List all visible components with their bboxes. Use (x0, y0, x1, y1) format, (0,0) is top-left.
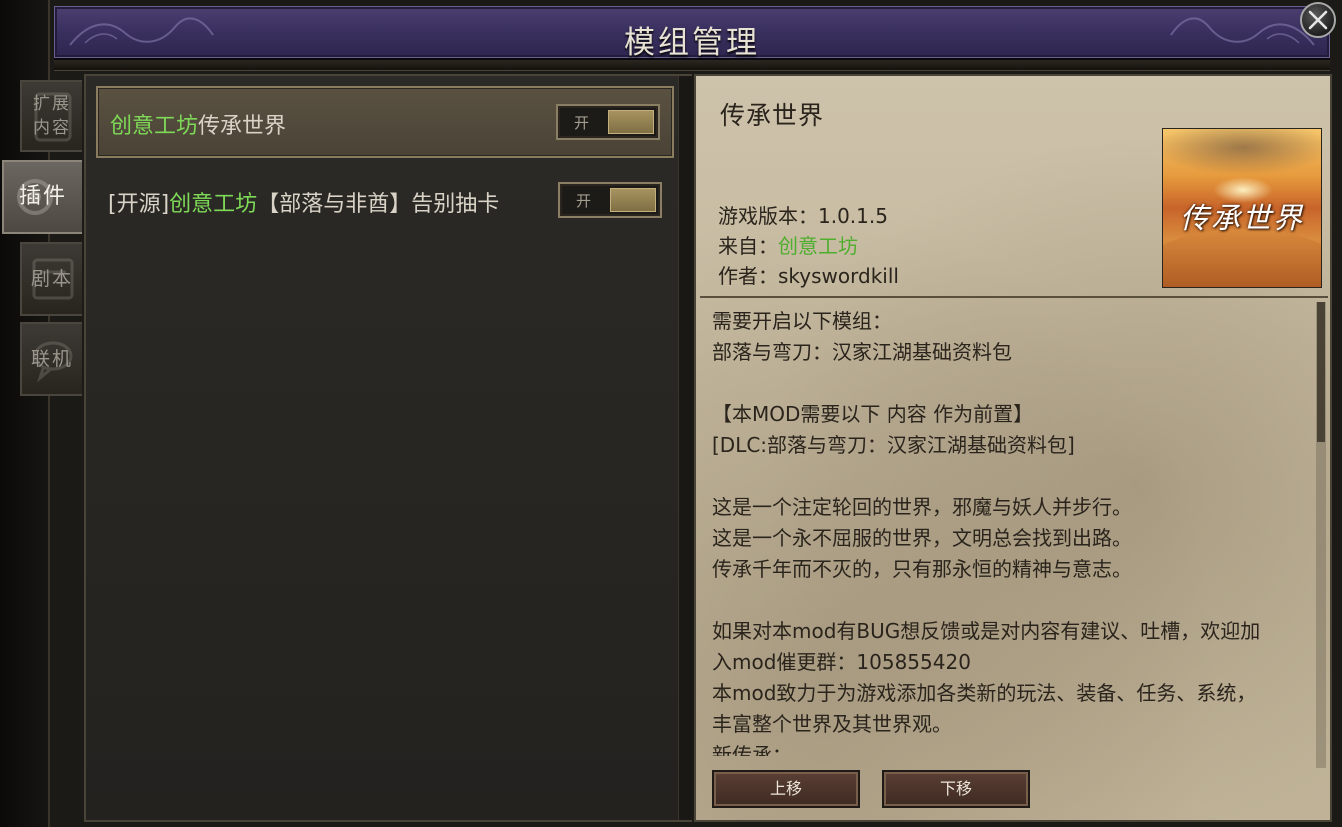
desc-line: 这是一个注定轮回的世界，邪魔与妖人并步行。 (712, 495, 1132, 519)
desc-line: 新传承： (712, 743, 792, 756)
author-line: 作者：skyswordkill (718, 260, 899, 289)
game-version-value: 1.0.1.5 (818, 204, 888, 228)
tab-scripts-label: 剧本 (30, 268, 73, 290)
toggle-label: 开 (574, 114, 590, 132)
desc-line: 这是一个永不屈服的世界，文明总会找到出路。 (712, 526, 1132, 550)
description-scrollbar[interactable] (1316, 302, 1326, 768)
tab-extensions[interactable]: 扩展 内容 (20, 80, 82, 152)
game-version: 游戏版本：1.0.1.5 (718, 200, 888, 229)
desc-line: 需要开启以下模组： (712, 309, 892, 333)
mod-title: 传承世界 (198, 114, 287, 139)
tab-plugins[interactable]: 插件 (2, 160, 82, 234)
mod-thumbnail: 传承世界 (1162, 128, 1322, 288)
desc-line: 部落与弯刀：汉家江湖基础资料包 (712, 340, 1012, 364)
desc-line: 入mod催更群：105855420 (712, 650, 971, 674)
mod-name: 创意工坊传承世界 (110, 108, 286, 140)
author-value: skyswordkill (778, 264, 899, 288)
mod-source: 创意工坊 (110, 114, 199, 139)
toggle-knob (608, 110, 654, 134)
game-version-label: 游戏版本： (718, 204, 818, 228)
tab-plugins-label: 插件 (18, 184, 67, 209)
list-scroll-track (678, 76, 693, 820)
desc-line: 本mod致力于为游戏添加各类新的玩法、装备、任务、系统， (712, 681, 1257, 705)
detail-title: 传承世界 (720, 101, 825, 130)
tab-extensions-line2: 内容 (33, 118, 71, 138)
title-underline (54, 60, 1330, 71)
mod-detail-panel: 传承世界 游戏版本：1.0.1.5 来自：创意工坊 作者：skyswordkil… (694, 74, 1332, 822)
desc-line (712, 585, 1312, 616)
desc-line: 丰富整个世界及其世界观。 (712, 712, 952, 736)
tab-scripts[interactable]: 剧本 (20, 242, 82, 316)
desc-line (712, 368, 1312, 399)
close-icon (1308, 10, 1328, 30)
mod-toggle[interactable]: 开 (556, 104, 660, 140)
mod-source-line: 来自：创意工坊 (718, 230, 858, 259)
tab-multiplayer[interactable]: 联机 (20, 322, 82, 396)
close-button[interactable] (1300, 2, 1336, 38)
desc-line: 如果对本mod有BUG想反馈或是对内容有建议、吐槽，欢迎加 (712, 619, 1261, 643)
tab-extensions-line1: 扩展 (33, 94, 71, 114)
thumbnail-text: 传承世界 (1179, 201, 1304, 235)
move-up-button[interactable]: 上移 (712, 770, 860, 808)
desc-line: [DLC:部落与弯刀：汉家江湖基础资料包] (712, 433, 1075, 457)
detail-divider (700, 296, 1328, 298)
mod-list-panel: 创意工坊传承世界 开 [开源]创意工坊【部落与非酋】告别抽卡 开 (84, 74, 692, 822)
mod-row[interactable]: [开源]创意工坊【部落与非酋】告别抽卡 开 (96, 166, 674, 238)
mod-source: 创意工坊 (169, 192, 258, 217)
source-label: 来自： (718, 234, 778, 258)
source-value: 创意工坊 (778, 234, 858, 258)
scrollbar-thumb[interactable] (1317, 302, 1325, 442)
mod-prefix: [开源] (108, 192, 170, 217)
move-down-button[interactable]: 下移 (882, 770, 1030, 808)
mod-toggle[interactable]: 开 (558, 182, 662, 218)
desc-line: 传承千年而不灭的，只有那永恒的精神与意志。 (712, 557, 1132, 581)
author-label: 作者： (718, 264, 778, 288)
mod-row-selected[interactable]: 创意工坊传承世界 开 (96, 86, 674, 158)
title-bar: 模组管理 (54, 6, 1330, 61)
mod-manager-window: 模组管理 扩展 内容 插件 剧本 联机 创意工坊传承世界 开 [开源]创意工坊【… (0, 0, 1342, 827)
mod-title: 【部落与非酋】告别抽卡 (257, 192, 500, 217)
window-title: 模组管理 (624, 25, 760, 61)
toggle-knob (610, 188, 656, 212)
toggle-label: 开 (576, 192, 592, 210)
tab-multiplayer-label: 联机 (30, 348, 73, 370)
desc-line (712, 461, 1312, 492)
mod-name: [开源]创意工坊【部落与非酋】告别抽卡 (108, 186, 499, 218)
mod-description: 需要开启以下模组： 部落与弯刀：汉家江湖基础资料包 【本MOD需要以下 内容 作… (712, 306, 1312, 756)
desc-line: 【本MOD需要以下 内容 作为前置】 (712, 402, 1034, 426)
